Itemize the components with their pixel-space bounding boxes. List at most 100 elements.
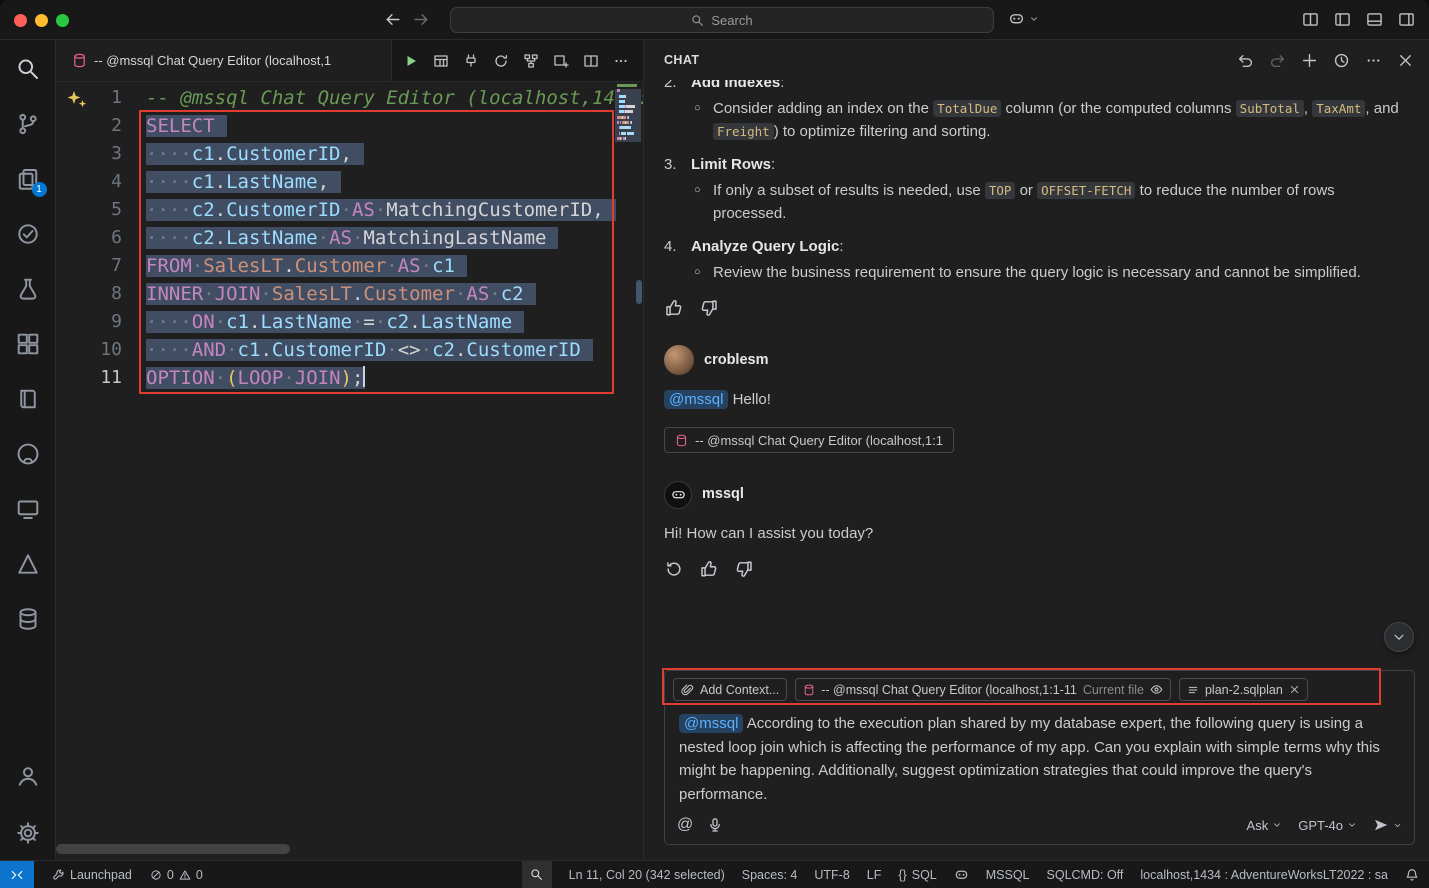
close-window-button[interactable] <box>14 14 27 27</box>
estimated-plan-icon[interactable] <box>492 52 510 70</box>
title-bar: Search <box>0 0 1429 40</box>
thumbs-down-icon[interactable] <box>734 559 754 579</box>
settings-gear-icon[interactable] <box>0 805 56 860</box>
results-grid-icon[interactable] <box>432 52 450 70</box>
encoding-status[interactable]: UTF-8 <box>814 868 849 882</box>
schema-hierarchy-icon[interactable] <box>522 52 540 70</box>
scroll-to-bottom-button[interactable] <box>1384 622 1414 652</box>
message-feedback <box>664 298 1409 318</box>
navigate-forward-button[interactable] <box>413 11 430 28</box>
vscode-window: Search <box>0 0 1429 888</box>
language-mode-status[interactable]: {} SQL <box>898 868 936 882</box>
indentation-status[interactable]: Spaces: 4 <box>742 868 798 882</box>
minimap[interactable] <box>617 84 639 204</box>
error-icon <box>150 869 162 881</box>
bot-greeting-text: Hi! How can I assist you today? <box>664 522 1409 545</box>
chat-mode-dropdown[interactable]: Ask <box>1247 818 1283 833</box>
add-context-button[interactable]: Add Context... <box>673 678 787 701</box>
chat-panel-title: CHAT <box>664 53 699 67</box>
chat-header: CHAT <box>644 40 1429 80</box>
chat-messages: 2.Add Indexes:Consider adding an index o… <box>644 80 1429 668</box>
activity-azure-icon[interactable] <box>0 536 56 591</box>
thumbs-up-icon[interactable] <box>664 298 684 318</box>
connection-status[interactable]: localhost,1434 : AdventureWorksLT2022 : … <box>1140 868 1388 882</box>
chat-input-text[interactable]: @mssql According to the execution plan s… <box>665 705 1414 808</box>
activity-search-icon[interactable] <box>0 41 56 96</box>
toggle-primary-sidebar-icon[interactable] <box>1334 11 1351 28</box>
toggle-secondary-sidebar-icon[interactable] <box>1398 11 1415 28</box>
chat-panel: CHAT <box>644 40 1429 860</box>
cursor-position-status[interactable]: Ln 11, Col 20 (342 selected) <box>569 868 725 882</box>
notifications-bell-icon[interactable] <box>1405 868 1419 882</box>
activity-remote-explorer-icon[interactable] <box>0 481 56 536</box>
mssql-file-icon <box>72 53 87 68</box>
activity-source-control-icon[interactable] <box>0 96 56 151</box>
user-message-text: @mssql Hello! <box>664 388 1409 411</box>
close-chat-icon[interactable] <box>1395 50 1415 70</box>
line-numbers-gutter: 1234567891011 <box>56 84 130 392</box>
microphone-icon[interactable] <box>707 817 723 833</box>
sqlcmd-status[interactable]: SQLCMD: Off <box>1047 868 1124 882</box>
chat-input-box[interactable]: Add Context... -- @mssql Chat Query Edit… <box>664 670 1415 845</box>
split-editor-icon[interactable] <box>582 52 600 70</box>
mention-icon[interactable]: @ <box>677 816 693 834</box>
bot-message-actions <box>664 559 1409 579</box>
warning-icon <box>179 869 191 881</box>
mssql-mention-chip: @mssql <box>664 390 728 409</box>
zoom-indicator[interactable] <box>522 861 552 888</box>
copilot-status-icon[interactable] <box>954 867 969 882</box>
model-picker-dropdown[interactable]: GPT-4o <box>1298 818 1357 833</box>
eol-status[interactable]: LF <box>867 868 882 882</box>
paperclip-icon <box>681 683 694 696</box>
toggle-panel-icon[interactable] <box>1366 11 1383 28</box>
minimize-window-button[interactable] <box>35 14 48 27</box>
problems-status-item[interactable]: 0 0 <box>150 868 203 882</box>
schema-designer-icon[interactable] <box>552 52 570 70</box>
code-editor[interactable]: 1234567891011 -- @mssql Chat Query Edito… <box>56 82 643 860</box>
eye-icon[interactable] <box>1150 683 1163 696</box>
thumbs-down-icon[interactable] <box>699 298 719 318</box>
activity-extensions-icon[interactable] <box>0 316 56 371</box>
zoom-window-button[interactable] <box>56 14 69 27</box>
user-avatar <box>664 345 694 375</box>
send-message-button[interactable] <box>1373 817 1402 833</box>
launchpad-status-item[interactable]: Launchpad <box>52 868 132 882</box>
activity-references-icon[interactable]: 1 <box>0 151 56 206</box>
editor-group: -- @mssql Chat Query Editor (localhost,1 <box>56 40 644 860</box>
horizontal-scrollbar[interactable] <box>56 844 290 854</box>
editor-tab[interactable]: -- @mssql Chat Query Editor (localhost,1 <box>56 40 392 81</box>
thumbs-up-icon[interactable] <box>699 559 719 579</box>
editor-tab-bar: -- @mssql Chat Query Editor (localhost,1 <box>56 40 643 82</box>
tools-icon <box>52 868 65 881</box>
remove-attachment-icon[interactable] <box>1289 684 1300 695</box>
remote-indicator[interactable] <box>0 861 34 888</box>
chat-more-icon[interactable] <box>1363 50 1383 70</box>
chat-context-row: Add Context... -- @mssql Chat Query Edit… <box>665 671 1414 705</box>
chat-history-icon[interactable] <box>1331 50 1351 70</box>
activity-github-icon[interactable] <box>0 426 56 481</box>
mssql-mention-chip: @mssql <box>679 714 743 733</box>
connection-plug-icon[interactable] <box>462 52 480 70</box>
copilot-menu-button[interactable] <box>1008 10 1039 27</box>
file-lines-icon <box>1187 684 1199 696</box>
undo-chat-icon[interactable] <box>1235 50 1255 70</box>
customize-layout-icon[interactable] <box>1302 11 1319 28</box>
braces-icon: {} <box>898 868 906 882</box>
new-chat-icon[interactable] <box>1299 50 1319 70</box>
accounts-icon[interactable] <box>0 750 56 805</box>
context-current-file-chip[interactable]: -- @mssql Chat Query Editor (localhost,1… <box>795 678 1171 701</box>
chevron-down-icon <box>1029 14 1039 24</box>
message-attachment-chip[interactable]: -- @mssql Chat Query Editor (localhost,1… <box>664 427 954 453</box>
regenerate-icon[interactable] <box>664 559 684 579</box>
activity-test-explorer-icon[interactable] <box>0 206 56 261</box>
run-query-button[interactable] <box>402 52 420 70</box>
mssql-status[interactable]: MSSQL <box>986 868 1030 882</box>
activity-run-debug-icon[interactable] <box>0 261 56 316</box>
activity-notebook-icon[interactable] <box>0 371 56 426</box>
more-actions-icon[interactable] <box>612 52 630 70</box>
navigate-back-button[interactable] <box>384 11 401 28</box>
context-sqlplan-chip[interactable]: plan-2.sqlplan <box>1179 678 1308 701</box>
command-center-search[interactable]: Search <box>450 7 994 33</box>
redo-chat-icon[interactable] <box>1267 50 1287 70</box>
activity-mssql-icon[interactable] <box>0 591 56 646</box>
